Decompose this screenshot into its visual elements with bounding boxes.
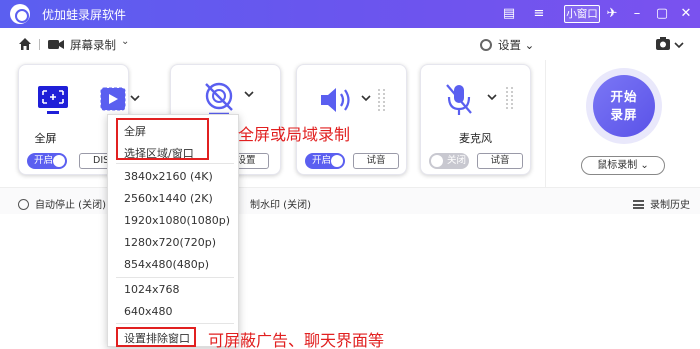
close-icon[interactable]: ✕ bbox=[677, 5, 695, 23]
record-history-label: 录制历史 bbox=[650, 200, 690, 211]
record-history-button[interactable]: 录制历史 bbox=[633, 196, 690, 211]
record-area: 开始 录屏 鼠标录制 ⌄ bbox=[545, 60, 700, 187]
settings-label: 设置 bbox=[498, 38, 521, 52]
menu-item-1080p[interactable]: 1920x1080(1080p) bbox=[124, 214, 230, 227]
webcam-disabled-icon[interactable] bbox=[203, 81, 263, 117]
nav-divider bbox=[39, 39, 40, 50]
system-audio-card: 开启 试音 bbox=[296, 64, 407, 175]
settings-button[interactable]: 设置 ⌄ bbox=[480, 37, 534, 53]
auto-stop-button[interactable]: 自动停止 (关闭) bbox=[18, 196, 106, 211]
toolbar: 屏幕录制 ⌄ 设置 ⌄ bbox=[0, 28, 700, 60]
annotation-region-recording: 全屏或局域录制 bbox=[238, 125, 351, 144]
menu-divider bbox=[116, 277, 234, 278]
mic-test-button[interactable]: 试音 bbox=[477, 153, 523, 169]
menu-item-1024x768[interactable]: 1024x768 bbox=[124, 283, 180, 296]
audio-toggle-label: 开启 bbox=[312, 155, 332, 166]
highlight-box-exclude bbox=[116, 327, 196, 347]
gear-icon bbox=[480, 39, 492, 51]
mic-toggle-label: 关闭 bbox=[447, 155, 467, 166]
app-logo-icon bbox=[10, 4, 30, 24]
mouse-record-button[interactable]: 鼠标录制 ⌄ bbox=[581, 156, 665, 175]
annotation-exclude-window: 可屏蔽广告、聊天界面等 bbox=[208, 331, 385, 349]
video-camera-icon bbox=[48, 40, 64, 49]
menu-divider bbox=[116, 163, 234, 164]
feedback-icon[interactable]: ▤ bbox=[500, 5, 518, 23]
toggle-knob bbox=[431, 155, 443, 167]
minimize-icon[interactable]: – bbox=[628, 5, 646, 23]
screen-toggle[interactable]: 开启 bbox=[27, 153, 67, 169]
app-title: 优加蛙录屏软件 bbox=[42, 8, 127, 22]
menu-item-480p[interactable]: 854x480(480p) bbox=[124, 258, 209, 271]
speaker-icon[interactable] bbox=[319, 85, 389, 115]
microphone-card: 麦克风 关闭 试音 bbox=[420, 64, 531, 175]
mic-toggle[interactable]: 关闭 bbox=[429, 153, 469, 169]
home-icon[interactable] bbox=[18, 37, 32, 51]
watermark-button[interactable]: 制水印 (关闭) bbox=[250, 196, 311, 211]
microphone-muted-icon[interactable] bbox=[443, 83, 517, 117]
audio-test-button[interactable]: 试音 bbox=[353, 153, 399, 169]
record-label-line2: 录屏 bbox=[610, 107, 638, 122]
mode-label[interactable]: 屏幕录制 bbox=[70, 37, 116, 53]
menu-icon[interactable]: ≡ bbox=[530, 5, 548, 23]
chevron-down-icon[interactable]: ⌄ bbox=[121, 36, 129, 47]
screen-toggle-label: 开启 bbox=[34, 155, 54, 166]
toggle-knob bbox=[331, 155, 343, 167]
auto-stop-label: 自动停止 (关闭) bbox=[35, 200, 106, 211]
pin-icon[interactable]: ✈ bbox=[603, 5, 621, 23]
highlight-box-region bbox=[116, 118, 209, 160]
microphone-card-label: 麦克风 bbox=[459, 132, 492, 145]
title-bar: 优加蛙录屏软件 ▤ ≡ 小窗口 ✈ – ▢ ✕ bbox=[0, 0, 700, 28]
toggle-knob bbox=[53, 155, 65, 167]
mouse-record-label: 鼠标录制 bbox=[597, 160, 638, 171]
screenshot-camera-icon[interactable] bbox=[656, 37, 684, 51]
menu-item-720p[interactable]: 1280x720(720p) bbox=[124, 236, 216, 249]
start-record-button[interactable]: 开始 录屏 bbox=[593, 75, 655, 137]
menu-item-640x480[interactable]: 640x480 bbox=[124, 305, 173, 318]
record-button-ring: 开始 录屏 bbox=[586, 68, 662, 144]
list-icon bbox=[633, 200, 644, 209]
mini-window-button[interactable]: 小窗口 bbox=[564, 5, 600, 23]
screen-card-label: 全屏 bbox=[34, 132, 57, 145]
fullscreen-monitor-icon[interactable] bbox=[37, 85, 69, 115]
region-select-icon[interactable] bbox=[99, 85, 141, 115]
menu-item-2k[interactable]: 2560x1440 (2K) bbox=[124, 192, 213, 205]
clock-icon bbox=[18, 199, 29, 210]
record-label-line1: 开始 bbox=[610, 89, 638, 104]
status-bar: 自动停止 (关闭) 制水印 (关闭) 录制历史 bbox=[0, 187, 700, 214]
menu-divider bbox=[116, 323, 234, 324]
maximize-icon[interactable]: ▢ bbox=[653, 5, 671, 23]
audio-toggle[interactable]: 开启 bbox=[305, 153, 345, 169]
menu-item-4k[interactable]: 3840x2160 (4K) bbox=[124, 170, 213, 183]
